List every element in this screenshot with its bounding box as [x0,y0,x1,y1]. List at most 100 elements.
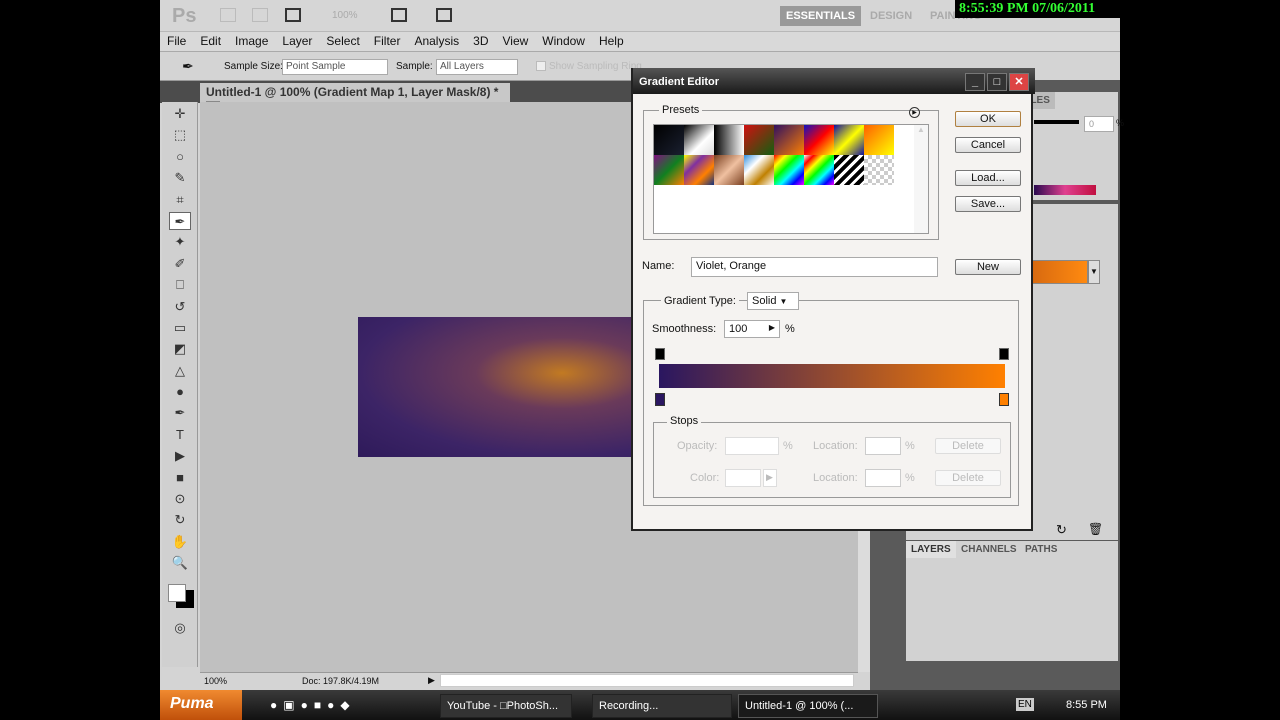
gradient-preset-swatch[interactable] [834,155,864,185]
color-menu-arrow-icon[interactable]: ▶ [763,469,777,487]
shape-tool-icon[interactable]: ■ [169,469,191,487]
gradient-preset-swatch[interactable] [804,125,834,155]
language-indicator[interactable]: EN [1016,698,1034,711]
cancel-button[interactable]: Cancel [955,137,1021,153]
view-extras-icon[interactable] [285,8,301,22]
presets-scrollbar[interactable]: ▲ [914,125,928,233]
tab-layers[interactable]: LAYERS [906,541,956,558]
gradient-dropdown-icon[interactable]: ▼ [1088,260,1100,284]
color-location-input[interactable] [865,469,901,487]
3d-rotate-icon[interactable]: ⊙ [169,490,191,508]
eraser-tool-icon[interactable]: ▭ [169,319,191,337]
color-stop-right[interactable] [999,393,1009,406]
smoothness-input[interactable]: 100 ▶ [724,320,780,338]
document-image[interactable] [358,317,672,457]
delete-color-stop-button[interactable]: Delete [935,470,1001,486]
quick-select-tool-icon[interactable]: ✎ [169,169,191,187]
menu-image[interactable]: Image [228,32,275,50]
gradient-preset-swatch[interactable] [714,155,744,185]
stamp-tool-icon[interactable]: ⎕ [169,276,191,294]
gradient-preset-swatch[interactable] [864,155,894,185]
quick-launch-icons[interactable]: ●▣●■●◆ [270,698,356,712]
gradient-type-select[interactable]: Solid ▼ [747,292,799,310]
reset-icon[interactable]: ↻ [1056,522,1067,538]
menu-layer[interactable]: Layer [275,32,319,50]
ok-button[interactable]: OK [955,111,1021,127]
gradient-preset-swatch[interactable] [834,125,864,155]
foreground-color[interactable] [168,583,186,602]
color-swatches[interactable] [162,576,197,616]
menu-window[interactable]: Window [535,32,592,50]
opacity-input[interactable]: 0 [1084,116,1114,132]
menu-filter[interactable]: Filter [367,32,408,50]
tab-paths[interactable]: PATHS [1020,541,1062,558]
pen-tool-icon[interactable]: ✒ [169,404,191,422]
name-input[interactable]: Violet, Orange [691,257,938,277]
3d-orbit-icon[interactable]: ↻ [169,511,191,529]
minimize-icon[interactable]: _ [965,73,985,91]
gradient-preset-swatch[interactable] [654,155,684,185]
load-button[interactable]: Load... [955,170,1021,186]
gradient-preset-swatch[interactable] [804,155,834,185]
gradient-preset-swatch[interactable] [684,155,714,185]
opacity-location-input[interactable] [865,437,901,455]
gradient-preset-swatch[interactable] [774,155,804,185]
maximize-icon[interactable]: □ [987,73,1007,91]
quick-mask-icon[interactable]: ◎ [169,619,191,637]
tab-channels[interactable]: CHANNELS [956,541,1022,558]
status-zoom[interactable]: 100% [204,676,227,686]
presets-menu-icon[interactable]: ▶ [909,107,920,118]
move-tool-icon[interactable]: ✛ [169,105,191,123]
zoom-level[interactable]: 100% [332,10,358,21]
marquee-tool-icon[interactable]: ⬚ [169,126,191,144]
lasso-tool-icon[interactable]: ○ [169,148,191,166]
brush-tool-icon[interactable]: ✐ [169,255,191,273]
bridge-icon[interactable] [220,8,236,22]
dodge-tool-icon[interactable]: ● [169,383,191,401]
opacity-stop-left[interactable] [655,348,665,360]
arrange-documents-icon[interactable] [391,8,407,22]
sample-size-select[interactable]: Point Sample [282,59,388,75]
eyedropper-icon[interactable]: ✒ [182,58,194,75]
workspace-design[interactable]: DESIGN [870,10,912,22]
healing-brush-icon[interactable]: ✦ [169,233,191,251]
save-button[interactable]: Save... [955,196,1021,212]
blur-tool-icon[interactable]: △ [169,362,191,380]
mini-bridge-icon[interactable] [252,8,268,22]
workspace-essentials[interactable]: ESSENTIALS [780,6,862,26]
show-ring-checkbox[interactable] [536,61,546,71]
menu-select[interactable]: Select [319,32,366,50]
screen-mode-icon[interactable] [436,8,452,22]
color-stop-left[interactable] [655,393,665,406]
zoom-tool-icon[interactable]: 🔍 [169,554,191,572]
menu-edit[interactable]: Edit [193,32,228,50]
opacity-slider[interactable] [1034,120,1079,124]
stop-opacity-input[interactable] [725,437,779,455]
path-select-icon[interactable]: ▶ [169,447,191,465]
sample-select[interactable]: All Layers [436,59,518,75]
gradient-preset-swatch[interactable] [714,125,744,155]
close-icon[interactable]: ✕ [1009,73,1029,91]
history-brush-icon[interactable]: ↺ [169,298,191,316]
gradient-preset-swatch[interactable] [864,125,894,155]
menu-3d[interactable]: 3D [466,32,495,50]
stop-color-swatch[interactable] [725,469,761,487]
gradient-bar[interactable] [659,364,1005,388]
crop-tool-icon[interactable]: ⌗ [169,191,191,209]
task-photoshop[interactable]: Untitled-1 @ 100% (... [738,694,878,718]
menu-file[interactable]: File [160,32,193,50]
gradient-preset-swatch[interactable] [744,125,774,155]
task-recording[interactable]: Recording... [592,694,732,718]
presets-list[interactable]: ▲ [653,124,929,234]
delete-opacity-stop-button[interactable]: Delete [935,438,1001,454]
gradient-preset-swatch[interactable] [744,155,774,185]
start-button[interactable]: Puma [160,690,242,720]
eyedropper-tool-icon[interactable]: ✒ [169,211,191,230]
gradient-preset-swatch[interactable] [654,125,684,155]
opacity-stop-right[interactable] [999,348,1009,360]
document-tab[interactable]: Untitled-1 @ 100% (Gradient Map 1, Layer… [200,83,510,114]
new-button[interactable]: New [955,259,1021,275]
horizontal-scrollbar[interactable] [440,674,854,687]
hand-tool-icon[interactable]: ✋ [169,533,191,551]
menu-view[interactable]: View [495,32,535,50]
